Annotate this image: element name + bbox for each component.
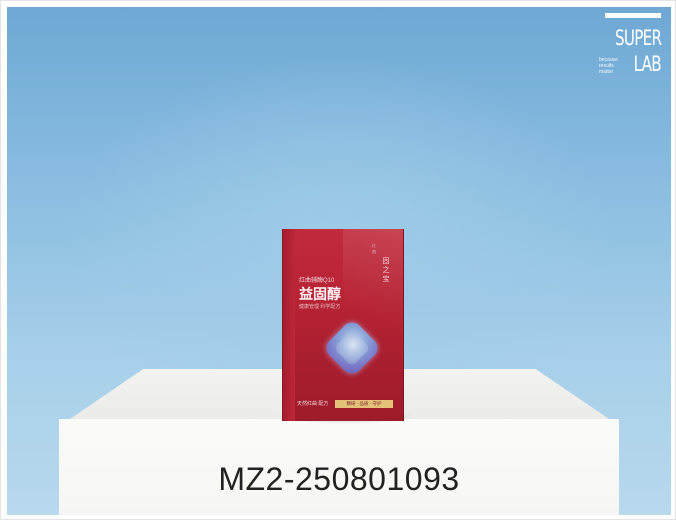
- box-subtitle: 红曲辅酶Q10: [299, 278, 335, 284]
- logo-tagline-line: matter: [599, 69, 614, 75]
- box-vertical-small: 红曲: [372, 243, 376, 254]
- sample-code: MZ2-250801093: [218, 461, 460, 497]
- product-box: 红曲 固之宝 红曲辅酶Q10 益固醇 健康管理 科学配方 天然红曲 配方 精研 …: [283, 229, 403, 421]
- box-badge-left: 天然红曲 配方: [297, 401, 329, 407]
- box-description: 健康管理 科学配方: [299, 304, 341, 310]
- logo-bar: [605, 13, 661, 18]
- box-vertical-text: 固之宝: [382, 258, 390, 283]
- box-badge-right: 精研 · 品质 · 守护: [335, 400, 393, 408]
- product-photo-scene: SUPER LAB because results matter 红曲 固之宝 …: [7, 7, 671, 515]
- photo-frame: SUPER LAB because results matter 红曲 固之宝 …: [0, 0, 676, 520]
- logo-tagline: because results matter: [599, 57, 625, 75]
- box-title: 益固醇: [299, 286, 341, 302]
- box-badge-row: 天然红曲 配方 精研 · 品质 · 守护: [297, 399, 397, 409]
- box-side-stripe: [283, 229, 295, 421]
- product-gem-icon: [322, 318, 382, 378]
- superlab-logo: SUPER LAB because results matter: [599, 13, 662, 91]
- logo-super-text: SUPER: [614, 26, 662, 50]
- logo-lab-text: LAB: [633, 52, 662, 76]
